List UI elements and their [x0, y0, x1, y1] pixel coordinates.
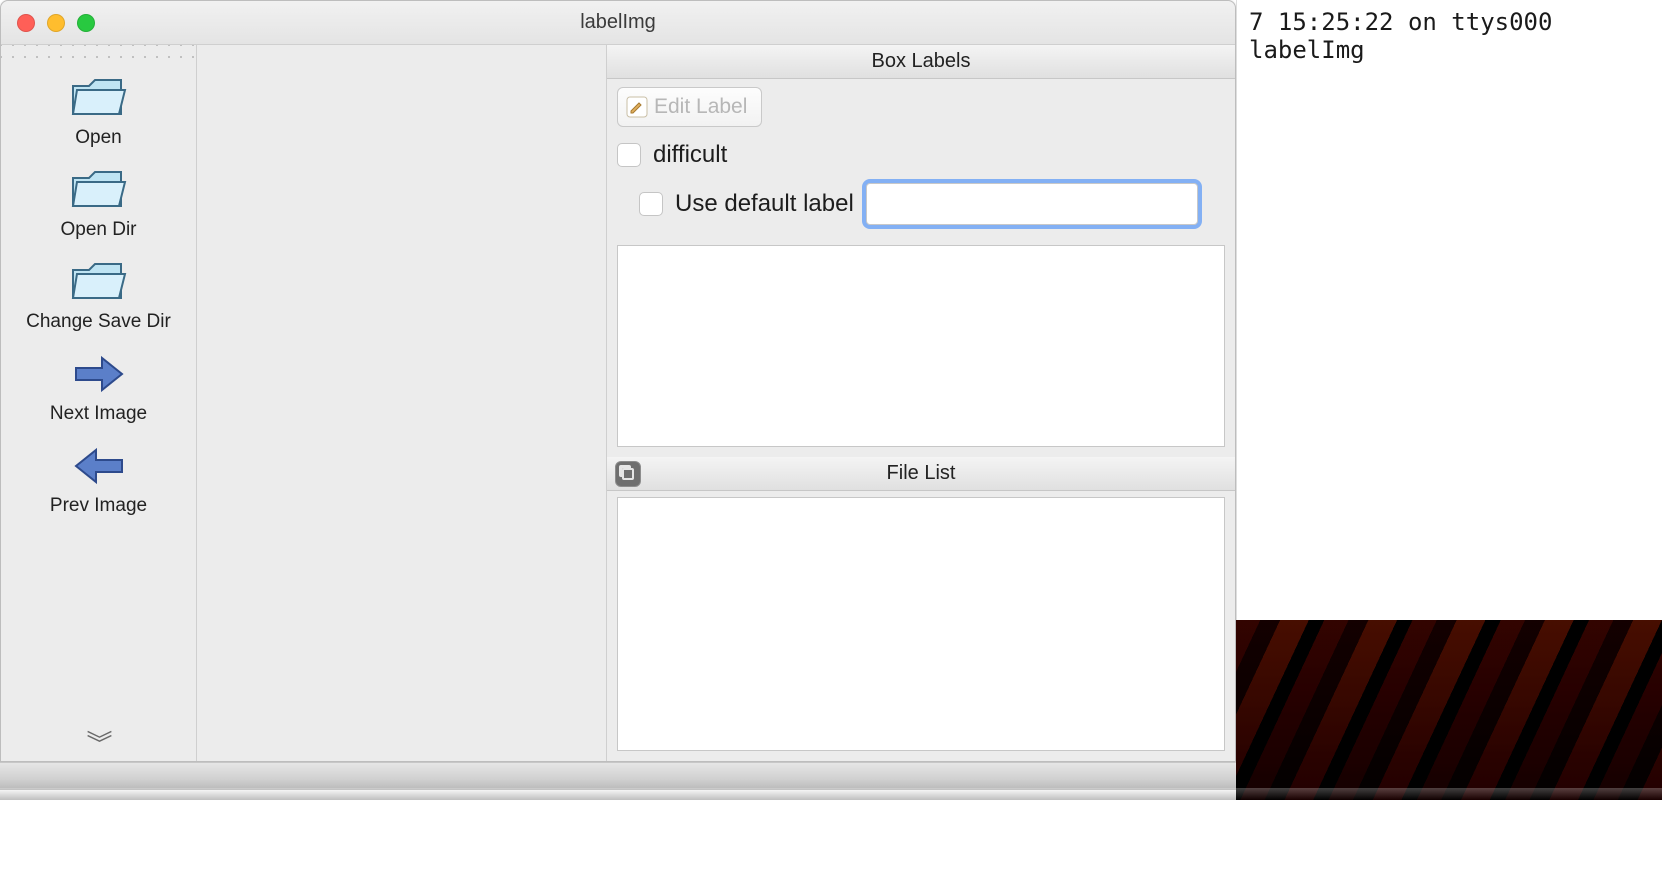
- window-title: labelImg: [1, 11, 1235, 34]
- desktop-wallpaper: [1236, 620, 1662, 800]
- file-list-title: File List: [887, 462, 956, 485]
- edit-label-button[interactable]: Edit Label: [617, 87, 762, 127]
- pencil-icon: [626, 96, 648, 118]
- open-label: Open: [75, 127, 121, 149]
- detach-icon: [622, 468, 634, 480]
- terminal-window[interactable]: 7 15:25:22 on ttys000 labelImg: [1236, 0, 1662, 620]
- change-save-dir-label: Change Save Dir: [26, 311, 171, 333]
- difficult-checkbox[interactable]: [617, 143, 641, 167]
- open-dir-label: Open Dir: [60, 219, 136, 241]
- box-labels-title: Box Labels: [872, 50, 971, 73]
- dock[interactable]: [0, 788, 1662, 800]
- folder-icon: [68, 73, 130, 123]
- box-labels-header: Box Labels: [607, 45, 1235, 79]
- next-image-button[interactable]: Next Image: [1, 339, 196, 431]
- toolbar-grip[interactable]: [1, 45, 196, 63]
- box-labels-body: Edit Label difficult Use default label: [607, 79, 1235, 457]
- open-dir-button[interactable]: Open Dir: [1, 155, 196, 247]
- default-label-input[interactable]: [866, 183, 1198, 225]
- terminal-line-2: labelImg: [1249, 36, 1365, 64]
- labelimg-window: labelImg Open: [0, 0, 1236, 762]
- detach-panel-button[interactable]: [615, 461, 641, 487]
- folder-icon: [68, 257, 130, 307]
- toolbar-overflow-icon[interactable]: ︾: [86, 735, 110, 753]
- difficult-row: difficult: [617, 141, 1225, 169]
- arrow-right-icon: [68, 349, 130, 399]
- use-default-label-text: Use default label: [675, 190, 854, 218]
- window-bottom-chrome: [0, 762, 1236, 790]
- file-listbox[interactable]: [617, 497, 1225, 751]
- next-image-label: Next Image: [50, 403, 147, 425]
- image-canvas[interactable]: [197, 45, 607, 761]
- prev-image-label: Prev Image: [50, 495, 147, 517]
- label-listbox[interactable]: [617, 245, 1225, 447]
- use-default-label-checkbox[interactable]: [639, 192, 663, 216]
- edit-label-text: Edit Label: [654, 95, 747, 119]
- titlebar[interactable]: labelImg: [1, 1, 1235, 45]
- use-default-label-row: Use default label: [617, 183, 1225, 225]
- arrow-left-icon: [68, 441, 130, 491]
- right-panel: Box Labels Edit Label: [607, 45, 1235, 761]
- prev-image-button[interactable]: Prev Image: [1, 431, 196, 523]
- open-button[interactable]: Open: [1, 63, 196, 155]
- left-toolbar: Open Open Dir: [1, 45, 197, 761]
- folder-icon: [68, 165, 130, 215]
- change-save-dir-button[interactable]: Change Save Dir: [1, 247, 196, 339]
- file-list-header: File List: [607, 457, 1235, 491]
- terminal-line-1: 7 15:25:22 on ttys000: [1249, 8, 1552, 36]
- difficult-label: difficult: [653, 141, 727, 169]
